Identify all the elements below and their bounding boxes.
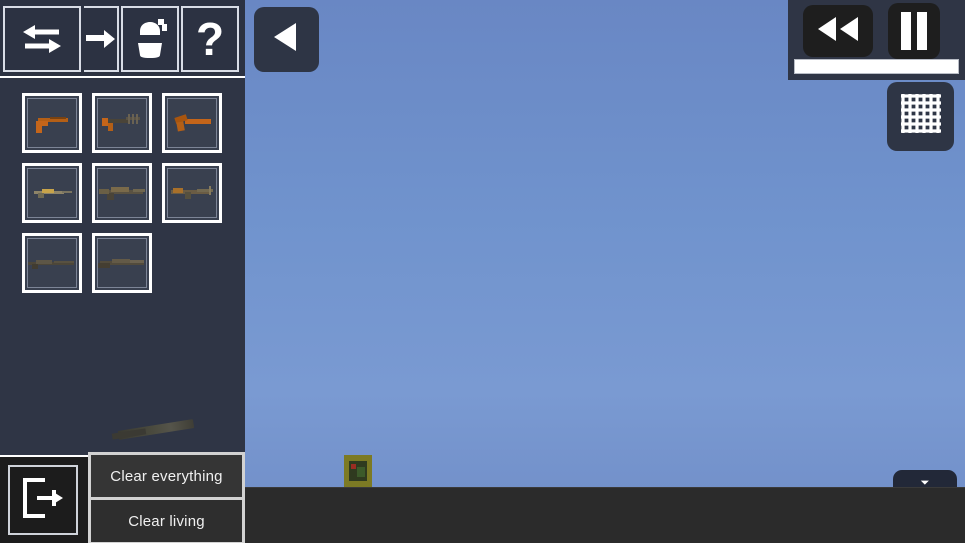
- crate-entity[interactable]: [340, 455, 376, 487]
- swap-arrows-icon: [19, 21, 65, 57]
- rifle-preview-icon: [0, 415, 245, 455]
- pistol-icon: [36, 117, 68, 133]
- exit-button[interactable]: [8, 465, 78, 535]
- paint-bucket-tool-button[interactable]: [121, 6, 179, 72]
- game-viewport[interactable]: [245, 0, 965, 543]
- svg-text:?: ?: [196, 15, 224, 63]
- back-button[interactable]: [254, 7, 319, 72]
- sidebar-bottom-bar: Clear everything Clear living: [0, 452, 245, 543]
- entity-marker-green: [357, 467, 365, 477]
- entity-marker-red: [351, 464, 356, 469]
- preview-stock: [111, 428, 147, 440]
- paint-bucket-icon: [130, 17, 170, 61]
- clear-everything-button[interactable]: Clear everything: [91, 455, 242, 497]
- pause-bar-right: [917, 12, 927, 50]
- preview-barrel: [117, 419, 195, 440]
- playback-controls-panel: [788, 0, 965, 80]
- weapon-slot-6[interactable]: [22, 233, 82, 293]
- clear-living-button[interactable]: Clear living: [91, 500, 242, 542]
- weapon-slot-4[interactable]: [92, 163, 152, 223]
- game-screen: ? Clear everything Clear living ⏷: [0, 0, 965, 543]
- sidebar-toolbar: ?: [0, 0, 245, 78]
- clear-actions-panel: Clear everything Clear living: [88, 452, 245, 543]
- weapon-slot-0[interactable]: [22, 93, 82, 153]
- weapon-slot-7[interactable]: [92, 233, 152, 293]
- grid-mesh-icon: [899, 92, 943, 141]
- arrow-right-icon: [85, 27, 116, 51]
- rewind-double-triangle-icon: [813, 14, 863, 49]
- shotgun-icon: [98, 259, 144, 268]
- timeline-scrubber[interactable]: [794, 59, 959, 74]
- question-mark-icon: ?: [192, 15, 228, 63]
- weapon-slot-3[interactable]: [22, 163, 82, 223]
- play-left-triangle-icon: [270, 20, 304, 59]
- help-tool-button[interactable]: ?: [181, 6, 239, 72]
- rewind-button[interactable]: [803, 5, 873, 57]
- pause-button[interactable]: [888, 3, 940, 59]
- weapon-grid: [0, 78, 245, 418]
- swap-tool-button[interactable]: [3, 6, 81, 72]
- carbine-icon: [171, 186, 213, 199]
- sidebar: ? Clear everything Clear living: [0, 0, 245, 543]
- weapon-slot-2[interactable]: [162, 93, 222, 153]
- ground-plane: [245, 487, 965, 543]
- assault-rifle-icon: [99, 187, 145, 200]
- smg-icon: [34, 189, 72, 198]
- arrow-right-tool-button[interactable]: [84, 6, 119, 72]
- exit-door-icon: [19, 476, 67, 525]
- weapon-slot-5[interactable]: [162, 163, 222, 223]
- grid-toggle-button[interactable]: [887, 82, 954, 151]
- sawed-off-shotgun-icon: [174, 114, 211, 132]
- weapon-slot-1[interactable]: [92, 93, 152, 153]
- machine-pistol-icon: [102, 114, 140, 131]
- sniper-rifle-icon: [28, 260, 74, 269]
- pause-bars-icon: [901, 12, 911, 50]
